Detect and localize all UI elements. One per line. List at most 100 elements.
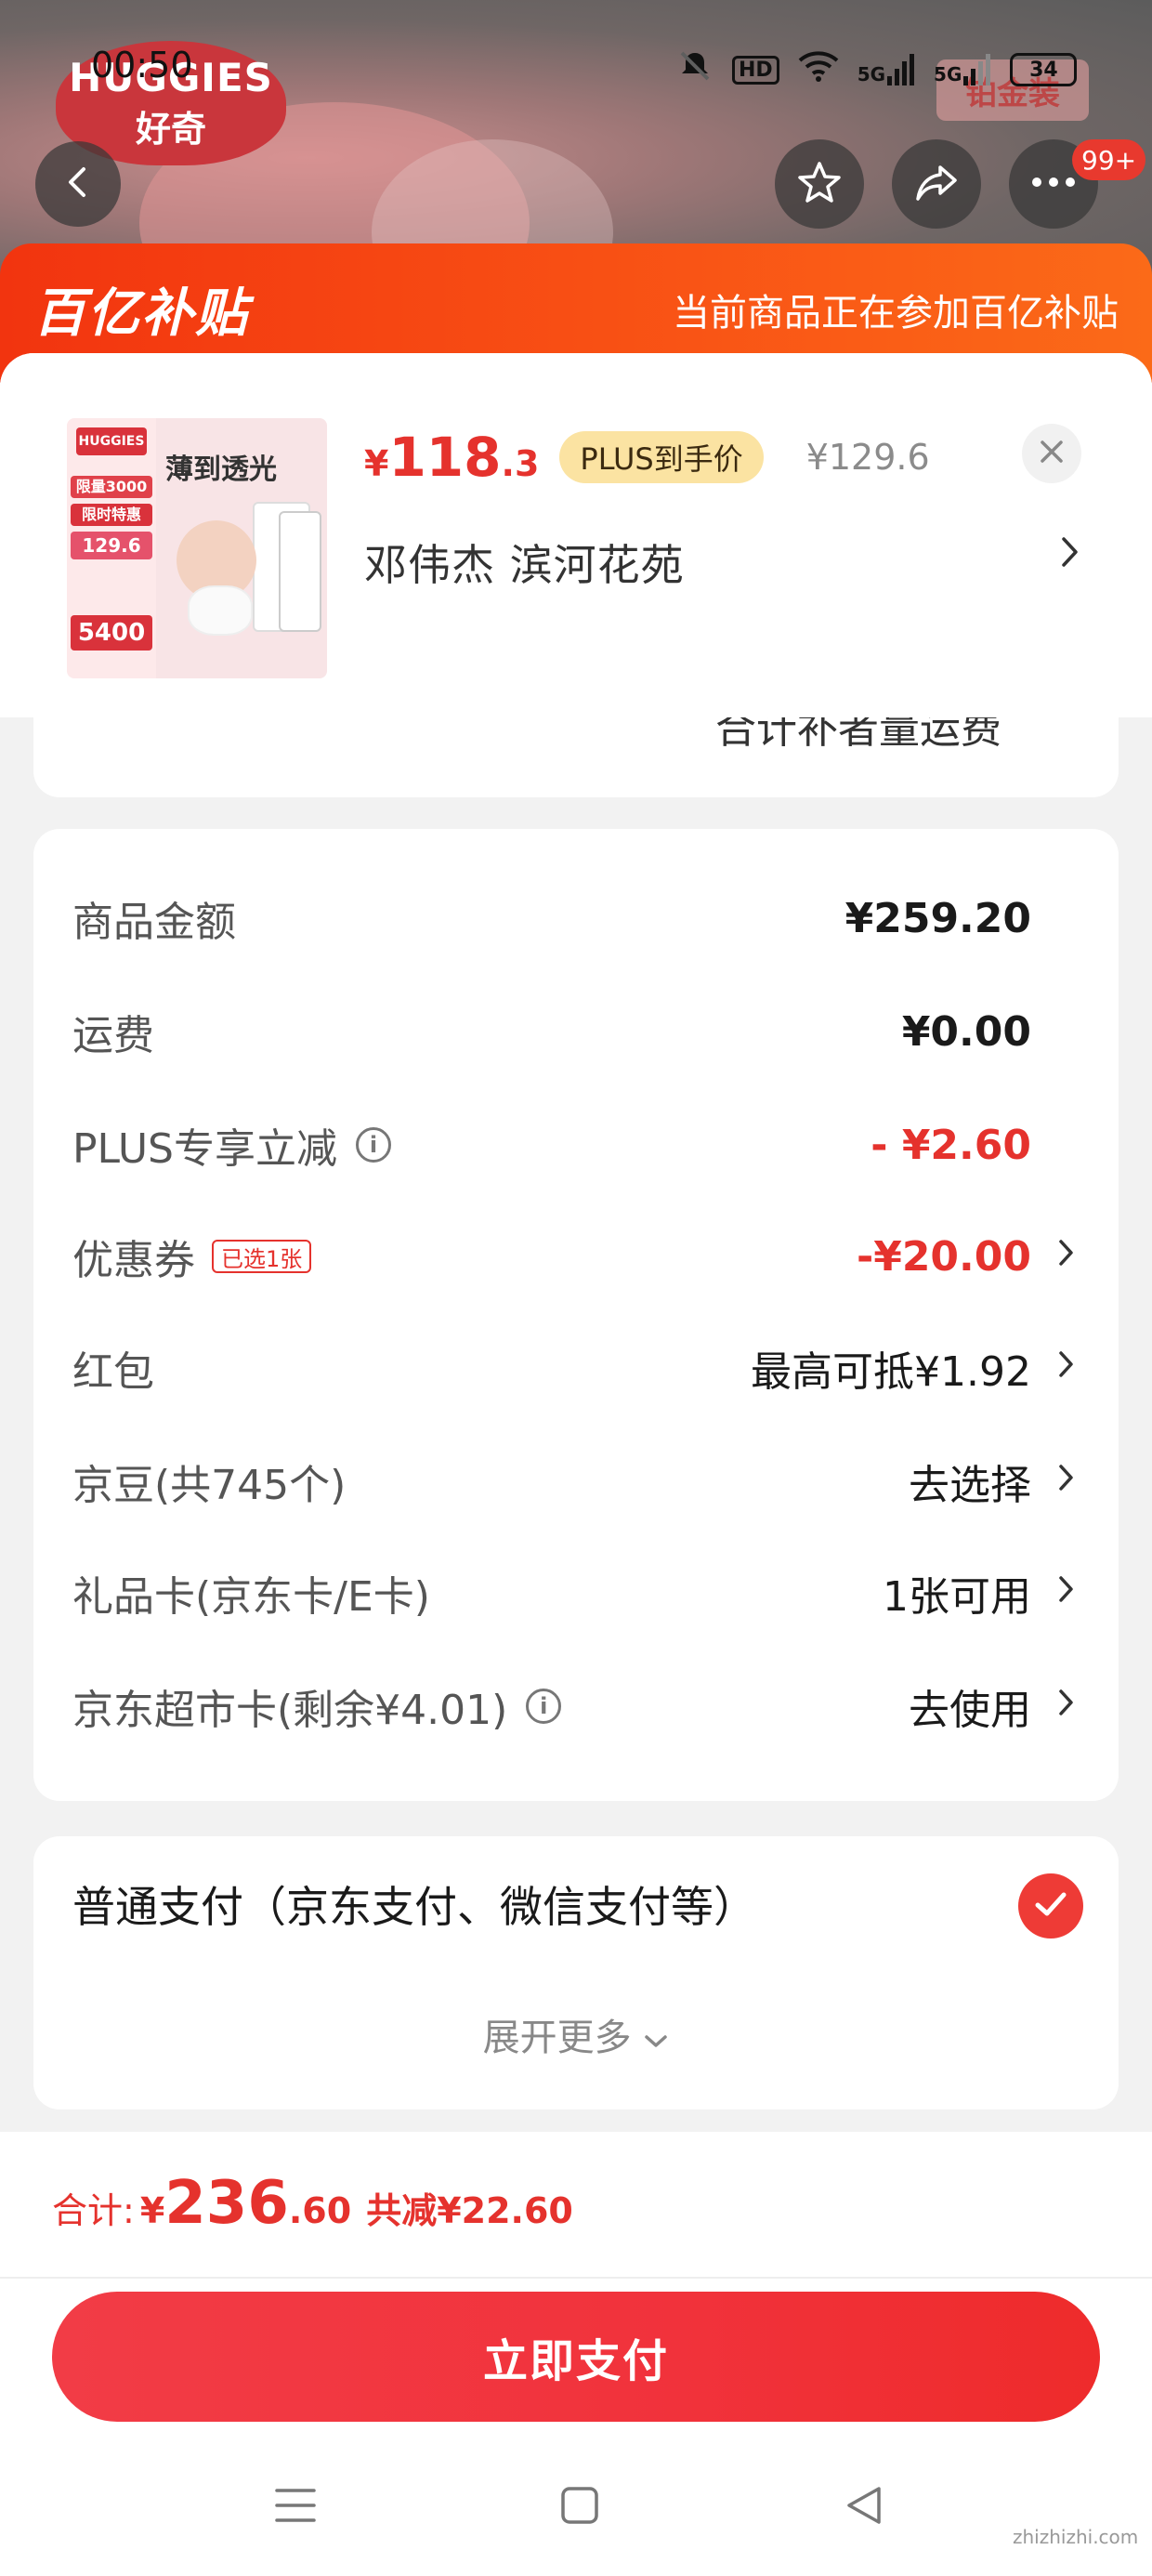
price-dec: .3 — [501, 443, 540, 484]
close-icon — [1038, 433, 1066, 474]
info-icon[interactable]: i — [356, 1127, 391, 1163]
giftcard-label: 礼品卡(京东卡/E卡) — [72, 1573, 430, 1621]
plus-discount-row: PLUS专享立减 i - ¥2.60 — [33, 1108, 1119, 1182]
chevron-right-icon[interactable] — [1057, 1460, 1076, 1503]
menu-icon — [273, 2485, 318, 2530]
thumb-box-2 — [279, 511, 321, 632]
coupon-label-wrap: 优惠券 已选1张 — [72, 1227, 312, 1286]
home-icon — [559, 2485, 600, 2530]
shipping-label: 运费 — [72, 1012, 154, 1059]
back-icon — [59, 164, 97, 204]
expand-more-label: 展开更多 — [482, 2017, 632, 2059]
total-dec: .60 — [288, 2190, 352, 2231]
coupon-selected-tag: 已选1张 — [212, 1240, 312, 1273]
payment-method-label[interactable]: 普通支付（京东支付、微信支付等） — [72, 1873, 756, 1935]
delivery-address[interactable]: 邓伟杰 滨河花苑 — [364, 532, 685, 593]
star-icon — [795, 158, 844, 210]
payment-method-card: 普通支付（京东支付、微信支付等） 展开更多 — [33, 1836, 1119, 2109]
jingdou-row[interactable]: 京豆(共745个) 去选择 — [33, 1444, 1119, 1518]
total-label: 合计: — [52, 2190, 135, 2231]
payment-selected-check[interactable] — [1018, 1873, 1083, 1939]
redpacket-row[interactable]: 红包 最高可抵¥1.92 — [33, 1331, 1119, 1405]
price-symbol: ¥ — [364, 443, 389, 484]
pay-now-button[interactable]: 立即支付 — [52, 2292, 1100, 2422]
supermarket-card-row[interactable]: 京东超市卡(剩余¥4.01) i 去使用 — [33, 1669, 1119, 1743]
thumb-diaper — [188, 585, 253, 636]
brand-logo-cn: 好奇 — [135, 109, 206, 150]
coupon-label: 优惠券 — [72, 1237, 195, 1284]
signal-2-icon: 5G — [934, 54, 991, 85]
thumb-tag-2: 限时特惠 — [71, 504, 152, 526]
plus-price: ¥118.3 — [364, 426, 539, 489]
thumb-title: 薄到透光 — [165, 453, 277, 486]
goods-amount-row: 商品金额 ¥259.20 — [33, 881, 1119, 955]
share-icon — [912, 158, 961, 210]
more-icon — [1029, 175, 1078, 193]
chevron-right-icon[interactable] — [1057, 1235, 1076, 1278]
chevron-right-icon[interactable] — [1057, 1685, 1076, 1728]
notification-badge: 99+ — [1072, 139, 1146, 180]
back-triangle-icon — [844, 2485, 884, 2530]
coupon-value: -¥20.00 — [856, 1232, 1031, 1281]
price-row: ¥118.3 PLUS到手价 ¥129.6 — [364, 424, 930, 491]
expand-more[interactable]: 展开更多 — [33, 2007, 1119, 2061]
fee-summary-card: 商品金额 ¥259.20 运费 ¥0.00 PLUS专享立减 i - ¥2.60… — [33, 829, 1119, 1801]
coupon-row[interactable]: 优惠券 已选1张 -¥20.00 — [33, 1219, 1119, 1294]
original-price: ¥129.6 — [805, 437, 930, 478]
redpacket-value: 最高可抵¥1.92 — [751, 1348, 1031, 1396]
supermarket-label: 京东超市卡(剩余¥4.01) — [72, 1687, 508, 1734]
giftcard-row[interactable]: 礼品卡(京东卡/E卡) 1张可用 — [33, 1556, 1119, 1630]
total-saved: 共减¥22.60 — [366, 2190, 573, 2231]
shipping-value: ¥0.00 — [901, 1007, 1031, 1056]
banner-message: 当前商品正在参加百亿补贴 — [673, 292, 1119, 335]
check-icon — [1034, 1885, 1067, 1927]
product-thumbnail[interactable]: HUGGIES 限量3000 限时特惠 129.6 5400 薄到透光 — [67, 418, 327, 678]
chevron-right-icon[interactable] — [1057, 1347, 1076, 1389]
thumb-brand-tag: HUGGIES — [76, 427, 147, 455]
total-symbol: ¥ — [139, 2190, 165, 2231]
chevron-down-icon — [643, 2017, 669, 2059]
back-button[interactable] — [35, 141, 121, 227]
price-int: 118 — [388, 426, 502, 489]
thumb-price-tag: 129.6 — [71, 532, 152, 559]
chevron-right-icon[interactable] — [1057, 1571, 1076, 1614]
network-2-label: 5G — [934, 63, 962, 85]
plus-discount-label-wrap: PLUS专享立减 i — [72, 1115, 391, 1175]
plus-discount-value: - ¥2.60 — [871, 1121, 1031, 1169]
address-chevron-right-icon[interactable] — [1059, 533, 1081, 580]
status-icons: HD 5G 5G 34 — [676, 47, 1078, 92]
total-int: 236 — [164, 2169, 289, 2238]
wifi-icon — [798, 49, 839, 90]
status-time: 00:50 — [91, 45, 193, 85]
goods-amount-value: ¥259.20 — [844, 894, 1031, 942]
supermarket-label-wrap: 京东超市卡(剩余¥4.01) i — [72, 1676, 562, 1736]
battery-indicator: 34 — [1010, 53, 1078, 86]
redpacket-label: 红包 — [72, 1348, 154, 1396]
info-icon[interactable]: i — [526, 1689, 562, 1724]
total-row: 合计: ¥ 236 .60 共减¥22.60 — [52, 2169, 573, 2253]
header-edge — [0, 710, 1152, 717]
banner-logo: 百亿补贴 — [33, 283, 249, 344]
shipping-row: 运费 ¥0.00 — [33, 994, 1119, 1069]
thumb-tag-1: 限量3000 — [71, 476, 152, 498]
close-button[interactable] — [1022, 424, 1081, 483]
watermark: zhizhizhi.com — [1013, 2526, 1139, 2548]
network-1-label: 5G — [857, 63, 886, 85]
supermarket-value: 去使用 — [909, 1687, 1031, 1734]
favorite-button[interactable] — [775, 139, 864, 229]
system-menu-button[interactable] — [249, 2470, 342, 2544]
thumb-tag-3: 5400 — [71, 615, 152, 651]
signal-1-icon: 5G — [857, 54, 915, 85]
plus-discount-label: PLUS专享立减 — [72, 1125, 337, 1173]
mute-icon — [676, 47, 713, 92]
plus-price-pill: PLUS到手价 — [559, 431, 764, 483]
system-home-button[interactable] — [533, 2470, 626, 2544]
jingdou-value: 去选择 — [909, 1462, 1031, 1509]
system-back-button[interactable] — [818, 2470, 910, 2544]
goods-amount-label: 商品金额 — [72, 899, 236, 946]
bottom-divider — [0, 2277, 1152, 2279]
giftcard-value: 1张可用 — [883, 1573, 1031, 1621]
jingdou-label: 京豆(共745个) — [72, 1462, 347, 1509]
share-button[interactable] — [892, 139, 981, 229]
hd-icon: HD — [732, 55, 779, 85]
